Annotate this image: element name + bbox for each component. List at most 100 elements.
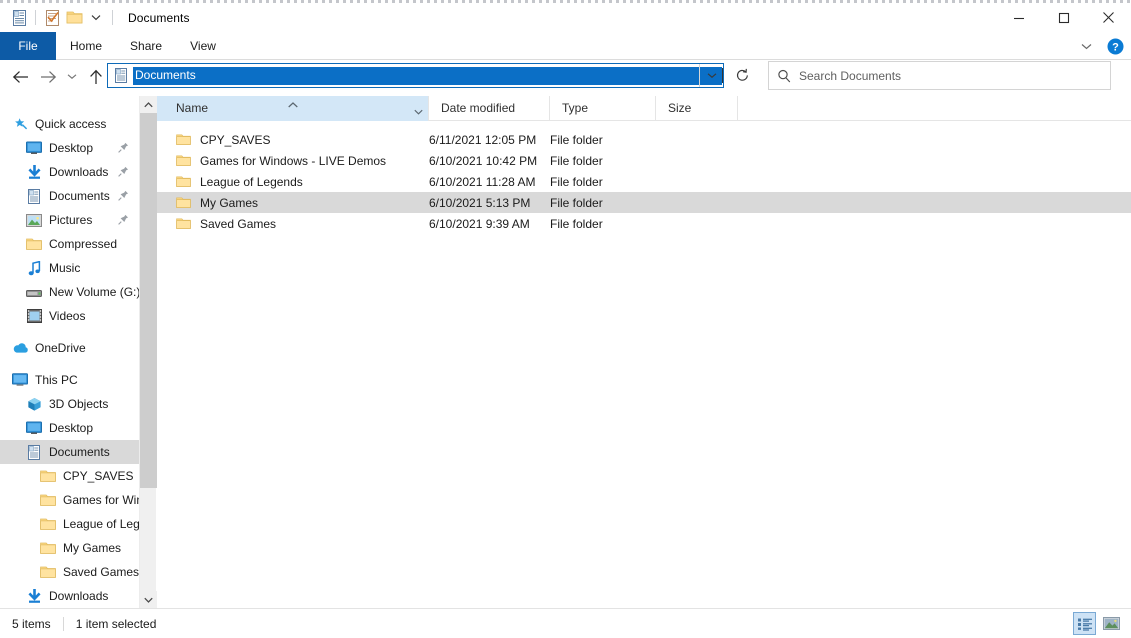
tab-file[interactable]: File [0, 32, 56, 60]
file-name-cell: My Games [157, 196, 429, 210]
folder-icon [176, 154, 191, 167]
chevron-down-icon[interactable] [1075, 34, 1097, 58]
3d-objects-icon [24, 397, 44, 412]
scroll-up-icon[interactable] [140, 96, 157, 113]
selection-status: 1 item selected [64, 617, 157, 631]
sidebar-item-3d-objects[interactable]: 3D Objects [0, 392, 139, 416]
file-name-cell: League of Legends [157, 175, 429, 189]
search-icon [769, 69, 799, 83]
tab-view[interactable]: View [176, 32, 230, 60]
folder-icon [176, 217, 191, 230]
column-header-name[interactable]: Name [157, 96, 429, 121]
table-row[interactable]: League of Legends 6/10/2021 11:28 AM Fil… [157, 171, 1131, 192]
maximize-button[interactable] [1041, 3, 1086, 32]
properties-checkmark-icon[interactable] [41, 7, 63, 29]
table-row[interactable]: Saved Games 6/10/2021 9:39 AM File folde… [157, 213, 1131, 234]
sidebar-item-pictures[interactable]: Pictures [0, 208, 139, 232]
sidebar-item-league-of-legends[interactable]: League of Lege [0, 512, 139, 536]
large-icons-view-button[interactable] [1100, 612, 1123, 635]
sidebar-item-cpy-saves[interactable]: CPY_SAVES [0, 464, 139, 488]
desktop-icon [24, 421, 44, 435]
navigation-pane-scrollbar[interactable] [139, 96, 156, 608]
sidebar-label: Saved Games [63, 565, 139, 579]
properties-icon[interactable] [8, 7, 30, 29]
tab-home[interactable]: Home [56, 32, 116, 60]
sidebar-item-downloads[interactable]: Downloads [0, 160, 139, 184]
folder-icon [38, 493, 58, 507]
file-explorer-window: Documents File Home Share View [0, 0, 1131, 638]
sidebar-item-saved-games[interactable]: Saved Games [0, 560, 139, 584]
sidebar-item-desktop-thispc[interactable]: Desktop [0, 416, 139, 440]
sidebar-item-music[interactable]: Music [0, 256, 139, 280]
sidebar-item-documents[interactable]: Documents [0, 184, 139, 208]
sidebar-item-downloads-thispc[interactable]: Downloads [0, 584, 139, 608]
search-box[interactable]: Search Documents [768, 61, 1111, 90]
folder-icon [38, 517, 58, 531]
address-dropdown-button[interactable] [699, 64, 723, 87]
drive-icon [24, 287, 44, 298]
ribbon-tab-bar: File Home Share View ? [0, 32, 1131, 60]
file-type: File folder [550, 196, 656, 210]
star-pin-icon [10, 117, 30, 132]
item-count: 5 items [0, 617, 51, 631]
close-button[interactable] [1086, 3, 1131, 32]
file-type: File folder [550, 217, 656, 231]
sidebar-item-onedrive[interactable]: OneDrive [0, 336, 139, 360]
column-label: Name [176, 101, 208, 115]
sidebar-item-quick-access[interactable]: Quick access [0, 112, 139, 136]
column-header-date-modified[interactable]: Date modified [429, 96, 550, 121]
address-input-value[interactable]: Documents [133, 67, 722, 85]
new-folder-icon[interactable] [63, 7, 85, 29]
file-name: Games for Windows - LIVE Demos [200, 154, 386, 168]
forward-arrow-icon[interactable] [34, 63, 62, 91]
sidebar-item-compressed[interactable]: Compressed [0, 232, 139, 256]
sidebar-item-my-games[interactable]: My Games [0, 536, 139, 560]
sidebar-item-desktop[interactable]: Desktop [0, 136, 139, 160]
sidebar-label: My Games [63, 541, 121, 555]
customize-chevron-icon[interactable] [85, 7, 107, 29]
table-row[interactable]: CPY_SAVES 6/11/2021 12:05 PM File folder [157, 129, 1131, 150]
scroll-down-icon[interactable] [140, 591, 157, 608]
table-row[interactable]: Games for Windows - LIVE Demos 6/10/2021… [157, 150, 1131, 171]
file-list-pane: Name Date modified Type Size C [157, 96, 1131, 608]
qat-separator-2 [112, 10, 113, 25]
window-caption-buttons [996, 3, 1131, 32]
file-type: File folder [550, 133, 656, 147]
sidebar-item-videos[interactable]: Videos [0, 304, 139, 328]
sidebar-label: Downloads [49, 589, 108, 603]
file-type: File folder [550, 175, 656, 189]
back-arrow-icon[interactable] [6, 63, 34, 91]
sidebar-item-this-pc[interactable]: This PC [0, 368, 139, 392]
folder-icon [38, 541, 58, 555]
folder-icon [176, 175, 191, 188]
downloads-icon [24, 589, 44, 604]
minimize-button[interactable] [996, 3, 1041, 32]
file-name-cell: CPY_SAVES [157, 133, 429, 147]
file-date-modified: 6/10/2021 11:28 AM [429, 175, 550, 189]
sidebar-label: Pictures [49, 213, 92, 227]
recent-locations-chevron-icon[interactable] [62, 63, 82, 91]
file-name-cell: Saved Games [157, 217, 429, 231]
sidebar-item-new-volume-g[interactable]: New Volume (G:) [0, 280, 139, 304]
sidebar-label: Desktop [49, 141, 93, 155]
scrollbar-thumb[interactable] [140, 113, 157, 488]
refresh-button[interactable] [730, 63, 755, 88]
ribbon-right-controls: ? [1075, 32, 1127, 60]
desktop-icon [24, 141, 44, 155]
help-icon[interactable]: ? [1103, 34, 1127, 58]
this-pc-icon [10, 373, 30, 387]
address-bar[interactable]: Documents [107, 63, 724, 88]
sidebar-item-documents-selected[interactable]: Documents [0, 440, 139, 464]
column-header-type[interactable]: Type [550, 96, 656, 121]
tab-share[interactable]: Share [116, 32, 176, 60]
table-row-selected[interactable]: My Games 6/10/2021 5:13 PM File folder [157, 192, 1131, 213]
chevron-down-icon[interactable] [414, 104, 423, 118]
up-arrow-icon[interactable] [82, 63, 110, 91]
column-header-size[interactable]: Size [656, 96, 738, 121]
sidebar-item-games-for-windows[interactable]: Games for Win [0, 488, 139, 512]
folder-icon [38, 469, 58, 483]
sidebar-label: Desktop [49, 421, 93, 435]
details-view-button[interactable] [1073, 612, 1096, 635]
file-name: Saved Games [200, 217, 276, 231]
sidebar-label: CPY_SAVES [63, 469, 133, 483]
